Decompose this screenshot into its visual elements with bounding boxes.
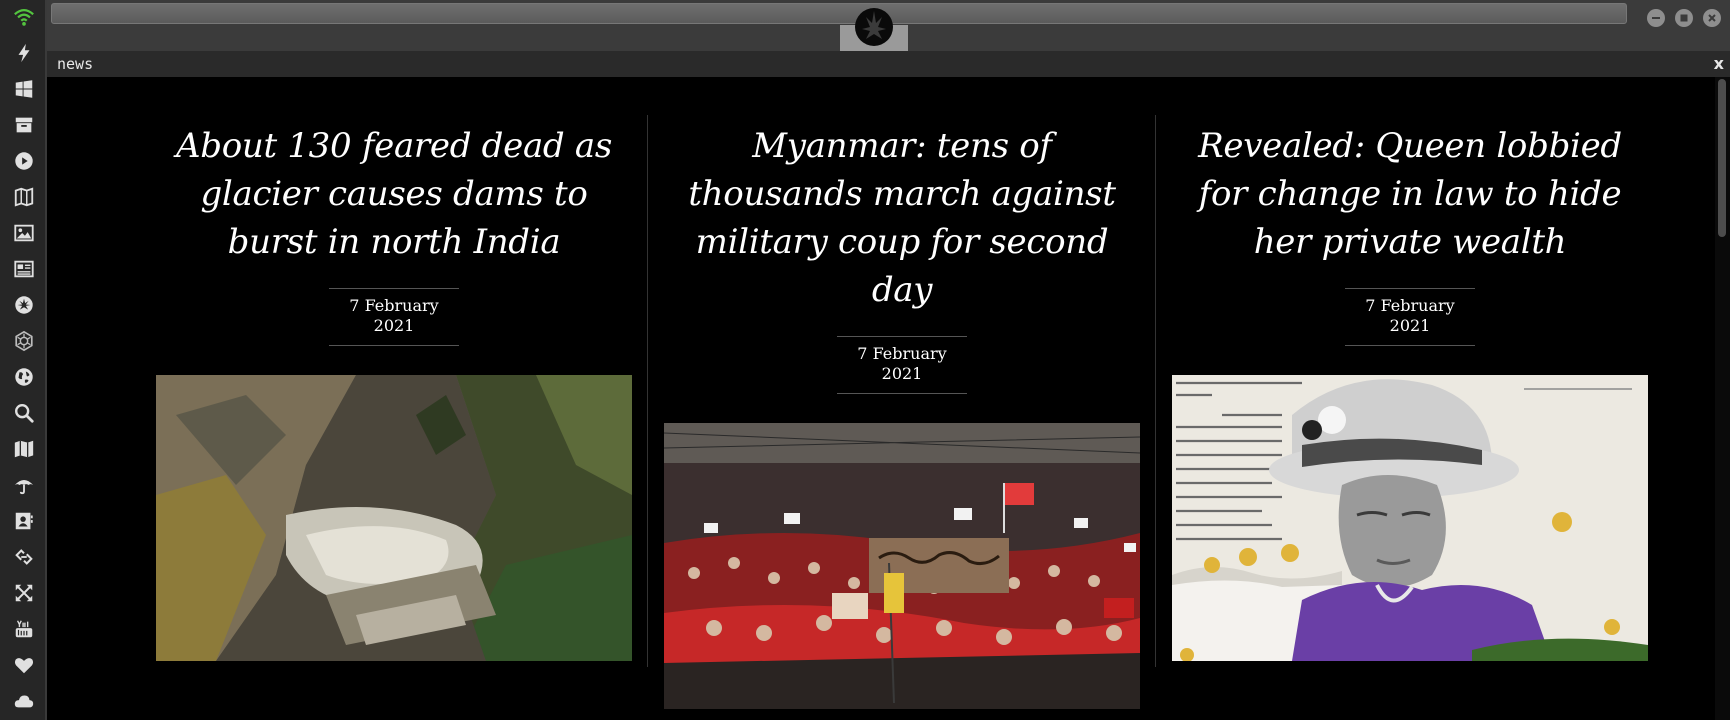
umbrella-icon[interactable] [0,470,47,500]
map-icon[interactable] [0,434,47,464]
news-card[interactable]: Myanmar: tens of thousands march against… [664,122,1140,709]
globe-icon[interactable] [0,362,47,392]
queen-portrait-photo[interactable] [1172,375,1648,661]
article-date-block: 7 February 2021 [1345,288,1475,346]
article-date: 7 February 2021 [349,296,439,335]
search-icon[interactable] [0,398,47,428]
window-titlebar [47,0,1730,52]
minimize-button[interactable] [1647,9,1665,27]
youtube-icon[interactable] [0,614,47,644]
content-scrollbar[interactable] [1715,77,1730,720]
article-date: 7 February 2021 [857,344,947,383]
archive-icon[interactable] [0,110,47,140]
windows-icon[interactable] [0,74,47,104]
empire-icon[interactable] [0,326,47,356]
protest-crowd-photo[interactable] [664,423,1140,709]
article-date: 7 February 2021 [1365,296,1455,335]
lightning-icon[interactable] [0,38,47,68]
minimize-icon [1652,17,1660,19]
contacts-icon[interactable] [0,506,47,536]
maximize-button[interactable] [1675,9,1693,27]
scrollbar-thumb[interactable] [1718,79,1726,237]
close-icon [1708,14,1716,22]
address-bar[interactable] [51,3,1627,24]
article-headline[interactable]: About 130 feared dead as glacier causes … [156,122,632,266]
column-divider [647,115,648,667]
article-date-block: 7 February 2021 [837,336,967,394]
heart-icon[interactable] [0,650,47,680]
article-headline[interactable]: Myanmar: tens of thousands march against… [664,122,1140,314]
link-icon[interactable] [0,542,47,572]
news-card[interactable]: Revealed: Queen lobbied for change in la… [1172,122,1648,661]
expand-icon[interactable] [0,578,47,608]
article-date-block: 7 February 2021 [329,288,459,346]
play-icon[interactable] [0,146,47,176]
app-dock [0,0,47,720]
map-book-icon[interactable] [0,182,47,212]
panel-close-button[interactable]: x [1714,54,1724,73]
news-content: About 130 feared dead as glacier causes … [47,77,1715,720]
newspaper-icon[interactable] [0,254,47,284]
glacier-valley-photo[interactable] [156,375,632,661]
news-card[interactable]: About 130 feared dead as glacier causes … [156,122,632,661]
panel-title: news [57,55,94,73]
rebel-alliance-logo[interactable] [850,5,898,49]
image-icon[interactable] [0,218,47,248]
cloud-icon[interactable] [0,686,47,716]
wifi-icon[interactable] [0,2,47,32]
maximize-icon [1680,14,1688,22]
column-divider [1155,115,1156,667]
rebel-icon[interactable] [0,290,47,320]
article-headline[interactable]: Revealed: Queen lobbied for change in la… [1172,122,1648,266]
close-button[interactable] [1703,9,1721,27]
panel-header: news x [47,52,1730,77]
